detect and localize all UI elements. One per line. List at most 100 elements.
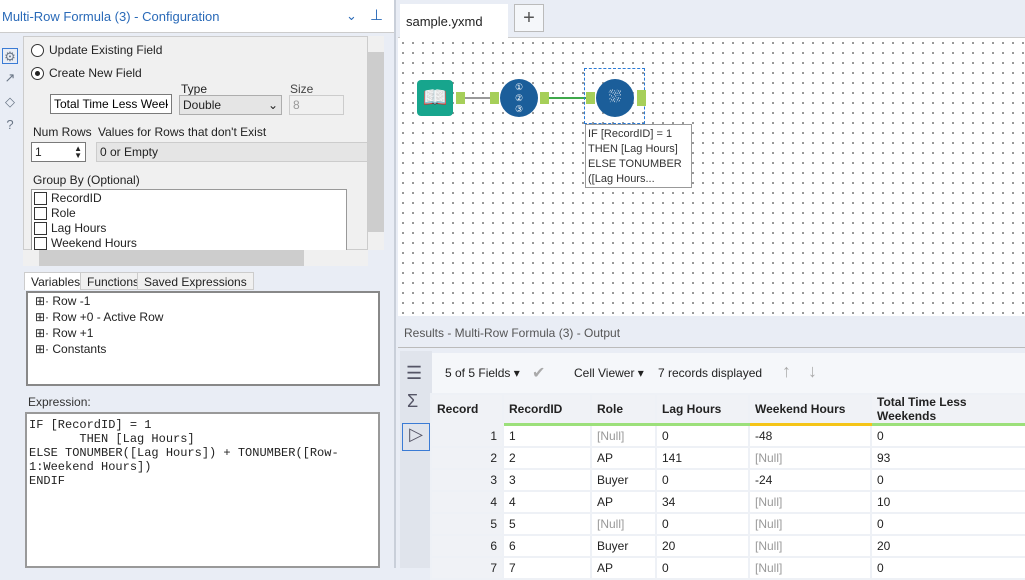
table-cell[interactable]: 3 — [430, 467, 504, 492]
help-icon[interactable]: ? — [2, 117, 18, 133]
table-cell[interactable]: AP — [590, 489, 657, 514]
table-cell[interactable]: [Null] — [748, 533, 872, 558]
table-cell[interactable]: 141 — [655, 445, 750, 470]
create-new-radio[interactable]: Create New Field — [31, 66, 142, 81]
fields-dropdown[interactable]: 5 of 5 Fields ▾ — [445, 366, 520, 380]
table-cell[interactable]: 4 — [430, 489, 504, 514]
connection-line — [549, 97, 589, 99]
table-cell[interactable]: [Null] — [590, 511, 657, 536]
cell-viewer-dropdown[interactable]: Cell Viewer ▾ — [574, 366, 644, 380]
table-row[interactable]: 4 4 AP 34 [Null] 10 — [430, 489, 1025, 514]
table-cell[interactable]: [Null] — [748, 489, 872, 514]
type-label: Type — [181, 82, 208, 96]
vertical-scrollbar[interactable] — [368, 36, 384, 250]
table-cell[interactable]: -24 — [748, 467, 872, 492]
update-existing-radio[interactable]: Update Existing Field — [31, 43, 162, 58]
table-row[interactable]: 5 5 [Null] 0 [Null] 0 — [430, 511, 1025, 536]
tab-saved-expressions[interactable]: Saved Expressions — [137, 272, 254, 290]
table-cell[interactable]: 20 — [655, 533, 750, 558]
tab-sample-yxmd[interactable]: sample.yxmd — [400, 4, 508, 38]
tab-variables[interactable]: Variables — [24, 272, 88, 290]
tree-item[interactable]: ⊞· Row -1 — [35, 294, 90, 308]
column-header[interactable]: Record — [430, 393, 504, 426]
tree-item[interactable]: ⊞· Constants — [35, 342, 106, 356]
type-select[interactable]: Double ⌄ — [179, 95, 282, 115]
input-data-tool-icon[interactable]: 📖 — [417, 80, 453, 116]
group-by-label: Group By (Optional) — [33, 173, 140, 187]
tool-annotation: IF [RecordID] = 1 THEN [Lag Hours] ELSE … — [585, 124, 692, 188]
horizontal-scrollbar[interactable] — [23, 250, 368, 266]
table-cell[interactable]: 6 — [430, 533, 504, 558]
group-by-item[interactable]: Weekend Hours — [34, 236, 344, 250]
results-title: Results - Multi-Row Formula (3) - Output — [398, 318, 1025, 348]
record-id-tool-icon[interactable]: ①②③ — [500, 79, 538, 117]
arrow-up-icon[interactable]: ↑ — [782, 361, 791, 382]
group-by-item[interactable]: Role — [34, 206, 344, 221]
table-cell[interactable]: [Null] — [748, 511, 872, 536]
tree-item[interactable]: ⊞· Row +0 - Active Row — [35, 310, 163, 324]
table-cell[interactable]: -48 — [748, 423, 872, 448]
multi-row-formula-tool-icon[interactable]: ⛆ — [596, 79, 634, 117]
group-by-item[interactable]: Lag Hours — [34, 221, 344, 236]
output-anchor[interactable] — [637, 90, 646, 106]
table-cell[interactable]: 0 — [870, 467, 1025, 492]
gear-icon[interactable]: ⚙ — [2, 48, 18, 64]
pin-icon[interactable]: ⊥ — [370, 6, 383, 24]
column-header[interactable]: Role — [590, 393, 657, 426]
column-header[interactable]: RecordID — [502, 393, 592, 426]
table-cell[interactable]: 1 — [430, 423, 504, 448]
table-cell[interactable]: 93 — [870, 445, 1025, 470]
table-cell[interactable]: 1 — [502, 423, 592, 448]
results-sidebar: ☰ Σ ▷ — [400, 351, 432, 568]
table-cell[interactable]: 20 — [870, 533, 1025, 558]
table-row[interactable]: 6 6 Buyer 20 [Null] 20 — [430, 533, 1025, 558]
size-input[interactable]: 8 — [289, 95, 344, 115]
column-header[interactable]: Lag Hours — [655, 393, 750, 426]
table-row[interactable]: 2 2 AP 141 [Null] 93 — [430, 445, 1025, 470]
table-cell[interactable]: 34 — [655, 489, 750, 514]
table-cell[interactable]: Buyer — [590, 467, 657, 492]
output-anchor[interactable] — [540, 92, 549, 104]
chevron-down-icon[interactable]: ⌄ — [346, 8, 357, 24]
records-count: 7 records displayed — [658, 366, 763, 380]
table-cell[interactable]: Buyer — [590, 533, 657, 558]
num-rows-stepper[interactable]: 1 ▲ ▼ — [31, 142, 86, 162]
table-cell[interactable]: 2 — [502, 445, 592, 470]
table-cell[interactable]: [Null] — [748, 445, 872, 470]
input-anchor[interactable] — [490, 92, 499, 104]
table-cell[interactable]: 10 — [870, 489, 1025, 514]
sigma-icon[interactable]: Σ — [407, 391, 418, 412]
table-cell[interactable]: 3 — [502, 467, 592, 492]
table-cell[interactable]: 5 — [430, 511, 504, 536]
output-anchor-icon[interactable]: ▷ — [402, 423, 430, 451]
new-tab-button[interactable]: + — [514, 4, 544, 32]
table-cell[interactable]: 0 — [870, 423, 1025, 448]
table-cell[interactable]: 0 — [870, 511, 1025, 536]
field-name-input[interactable] — [50, 94, 172, 114]
tag-icon[interactable]: ◇ — [2, 94, 18, 110]
check-icon[interactable]: ✔ — [532, 363, 545, 383]
column-header[interactable]: Total Time Less Weekends — [870, 393, 1025, 426]
table-cell[interactable]: 0 — [655, 511, 750, 536]
column-header[interactable]: Weekend Hours — [748, 393, 872, 426]
tree-item[interactable]: ⊞· Row +1 — [35, 326, 93, 340]
table-cell[interactable]: 4 — [502, 489, 592, 514]
table-cell[interactable]: 0 — [655, 467, 750, 492]
group-by-item[interactable]: RecordID — [34, 191, 344, 206]
table-cell[interactable]: 0 — [655, 423, 750, 448]
nonexist-select[interactable]: 0 or Empty — [96, 142, 368, 162]
table-cell[interactable]: 6 — [502, 533, 592, 558]
workflow-canvas[interactable]: 📖 ①②③ ⛆ — [398, 38, 1025, 316]
table-row[interactable]: 3 3 Buyer 0 -24 0 — [430, 467, 1025, 492]
connection-line — [465, 97, 491, 99]
expression-editor[interactable]: IF [RecordID] = 1 THEN [Lag Hours] ELSE … — [25, 412, 380, 568]
arrow-down-icon[interactable]: ↓ — [808, 361, 817, 382]
table-cell[interactable]: 5 — [502, 511, 592, 536]
output-anchor[interactable] — [456, 92, 465, 104]
connection-icon[interactable]: ↗ — [2, 70, 18, 86]
table-view-icon[interactable]: ☰ — [406, 363, 422, 384]
table-cell[interactable]: [Null] — [590, 423, 657, 448]
table-cell[interactable]: 2 — [430, 445, 504, 470]
table-cell[interactable]: AP — [590, 445, 657, 470]
table-row[interactable]: 1 1 [Null] 0 -48 0 — [430, 423, 1025, 448]
